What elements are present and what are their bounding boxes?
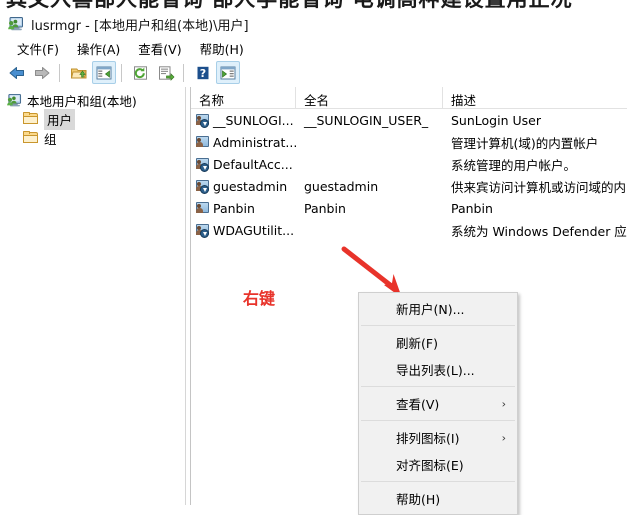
column-header-name[interactable]: 名称 — [191, 87, 296, 108]
user-name-text: __SUNLOGI... — [213, 112, 294, 128]
user-name-text: WDAGUtilit... — [213, 222, 295, 238]
user-fullname-cell: guestadmin — [304, 178, 379, 194]
chevron-right-icon: › — [501, 431, 506, 444]
user-description-cell: 系统为 Windows Defender 应用 — [451, 223, 627, 239]
context-menu-item-label: 刷新(F) — [396, 336, 438, 351]
menu-action[interactable]: 操作(A) — [68, 37, 129, 60]
tree-item-groups[interactable]: 组 — [0, 129, 185, 148]
window-title: lusrmgr - [本地用户和组(本地)\用户] — [31, 18, 249, 34]
context-menu-item-label: 帮助(H) — [396, 492, 441, 507]
list-column-headers: 名称 全名 描述 — [191, 87, 627, 109]
folder-icon — [23, 131, 39, 146]
user-disabled-icon — [194, 178, 210, 194]
menu-separator — [361, 325, 515, 326]
back-button[interactable] — [5, 61, 29, 84]
menu-separator — [361, 386, 515, 387]
table-row[interactable]: DefaultAcc... 系统管理的用户帐户。 — [191, 153, 627, 175]
user-disabled-icon — [194, 156, 210, 172]
context-menu-item-label: 排列图标(I) — [396, 431, 460, 446]
user-name-cell: DefaultAcc... — [191, 156, 296, 172]
user-description-cell: SunLogin User — [451, 112, 541, 128]
tree-item-label: 本地用户和组(本地) — [27, 94, 137, 109]
user-fullname-cell: Panbin — [304, 200, 346, 216]
user-icon — [194, 200, 210, 216]
user-name-cell: guestadmin — [191, 178, 296, 194]
context-menu-help[interactable]: 帮助(H) — [359, 485, 517, 512]
context-menu-arrange-icons[interactable]: 排列图标(I) › — [359, 424, 517, 451]
title-bar: lusrmgr - [本地用户和组(本地)\用户] — [0, 11, 627, 37]
annotation-label: 右键 — [243, 289, 276, 308]
table-row[interactable]: WDAGUtilit... 系统为 Windows Defender 应用 — [191, 219, 627, 241]
user-disabled-icon — [194, 112, 210, 128]
context-menu-new-user[interactable]: 新用户(N)... — [359, 295, 517, 322]
action-pane-icon[interactable] — [216, 61, 240, 84]
toolbar-separator — [59, 63, 62, 82]
user-description-cell: Panbin — [451, 200, 493, 216]
toolbar-separator — [183, 63, 186, 82]
user-name-text: Panbin — [213, 200, 255, 216]
table-row[interactable]: Panbin Panbin Panbin — [191, 197, 627, 219]
export-list-icon[interactable] — [154, 61, 178, 84]
tree-item-users[interactable]: 用户 — [0, 109, 185, 130]
truncated-top-text: 其文入喜部人能省询 部人学能省询 电调高种建设置用正况 — [6, 0, 573, 11]
computer-users-icon — [6, 93, 22, 108]
svg-text:?: ? — [200, 67, 206, 80]
tree-item-label: 组 — [44, 132, 57, 147]
toolbar-separator — [121, 63, 124, 82]
question-mark-icon[interactable]: ? — [191, 61, 215, 84]
user-name-text: Administrat... — [213, 134, 296, 150]
table-row[interactable]: guestadmin guestadmin 供来宾访问计算机或访问域的内... — [191, 175, 627, 197]
menu-help[interactable]: 帮助(H) — [191, 37, 253, 60]
context-menu-export-list[interactable]: 导出列表(L)... — [359, 356, 517, 383]
menu-file[interactable]: 文件(F) — [8, 37, 68, 60]
user-fullname-cell: __SUNLOGIN_USER_ — [304, 112, 429, 128]
console-tree-pane: 本地用户和组(本地) 用户 组 — [0, 87, 186, 505]
forward-button[interactable] — [30, 61, 54, 84]
user-description-cell: 管理计算机(域)的内置帐户 — [451, 135, 599, 151]
computer-users-icon — [7, 16, 24, 32]
user-name-cell: Panbin — [191, 200, 296, 216]
user-name-text: DefaultAcc... — [213, 156, 293, 172]
menu-separator — [361, 481, 515, 482]
refresh-icon[interactable] — [129, 61, 153, 84]
toolbar: ? — [0, 59, 627, 86]
chevron-right-icon: › — [501, 397, 506, 410]
user-name-cell: Administrat... — [191, 134, 296, 150]
folder-icon — [23, 112, 39, 127]
context-menu-item-label: 对齐图标(E) — [396, 458, 464, 473]
main-content-area: 本地用户和组(本地) 用户 组 名称 全名 描述 __SUNLOGI... __… — [0, 87, 627, 505]
context-menu-view[interactable]: 查看(V) › — [359, 390, 517, 417]
truncated-top-text-strip: 其文入喜部人能省询 部人学能省询 电调高种建设置用正况 — [0, 0, 627, 11]
context-menu-item-label: 查看(V) — [396, 397, 440, 412]
user-description-cell: 系统管理的用户帐户。 — [451, 157, 577, 173]
context-menu-item-label: 新用户(N)... — [396, 302, 465, 317]
user-name-cell: WDAGUtilit... — [191, 222, 296, 238]
user-description-cell: 供来宾访问计算机或访问域的内... — [451, 179, 627, 195]
user-disabled-icon — [194, 222, 210, 238]
table-row[interactable]: __SUNLOGI... __SUNLOGIN_USER_ SunLogin U… — [191, 109, 627, 131]
user-icon — [194, 134, 210, 150]
context-menu: 新用户(N)... 刷新(F) 导出列表(L)... 查看(V) › 排列图标(… — [358, 292, 518, 515]
context-menu-align-icons[interactable]: 对齐图标(E) — [359, 451, 517, 478]
table-row[interactable]: Administrat... 管理计算机(域)的内置帐户 — [191, 131, 627, 153]
menu-separator — [361, 420, 515, 421]
folder-up-icon[interactable] — [67, 61, 91, 84]
context-menu-item-label: 导出列表(L)... — [396, 363, 475, 378]
tree-item-label: 用户 — [44, 109, 76, 130]
column-header-fullname[interactable]: 全名 — [296, 87, 443, 108]
console-tree-icon[interactable] — [92, 61, 116, 84]
context-menu-refresh[interactable]: 刷新(F) — [359, 329, 517, 356]
tree-item-local-users-and-groups[interactable]: 本地用户和组(本地) — [0, 91, 185, 110]
user-name-cell: __SUNLOGI... — [191, 112, 296, 128]
column-header-description[interactable]: 描述 — [443, 87, 627, 108]
menu-view[interactable]: 查看(V) — [129, 37, 190, 60]
user-name-text: guestadmin — [213, 178, 288, 194]
menu-bar: 文件(F) 操作(A) 查看(V) 帮助(H) — [0, 37, 627, 59]
